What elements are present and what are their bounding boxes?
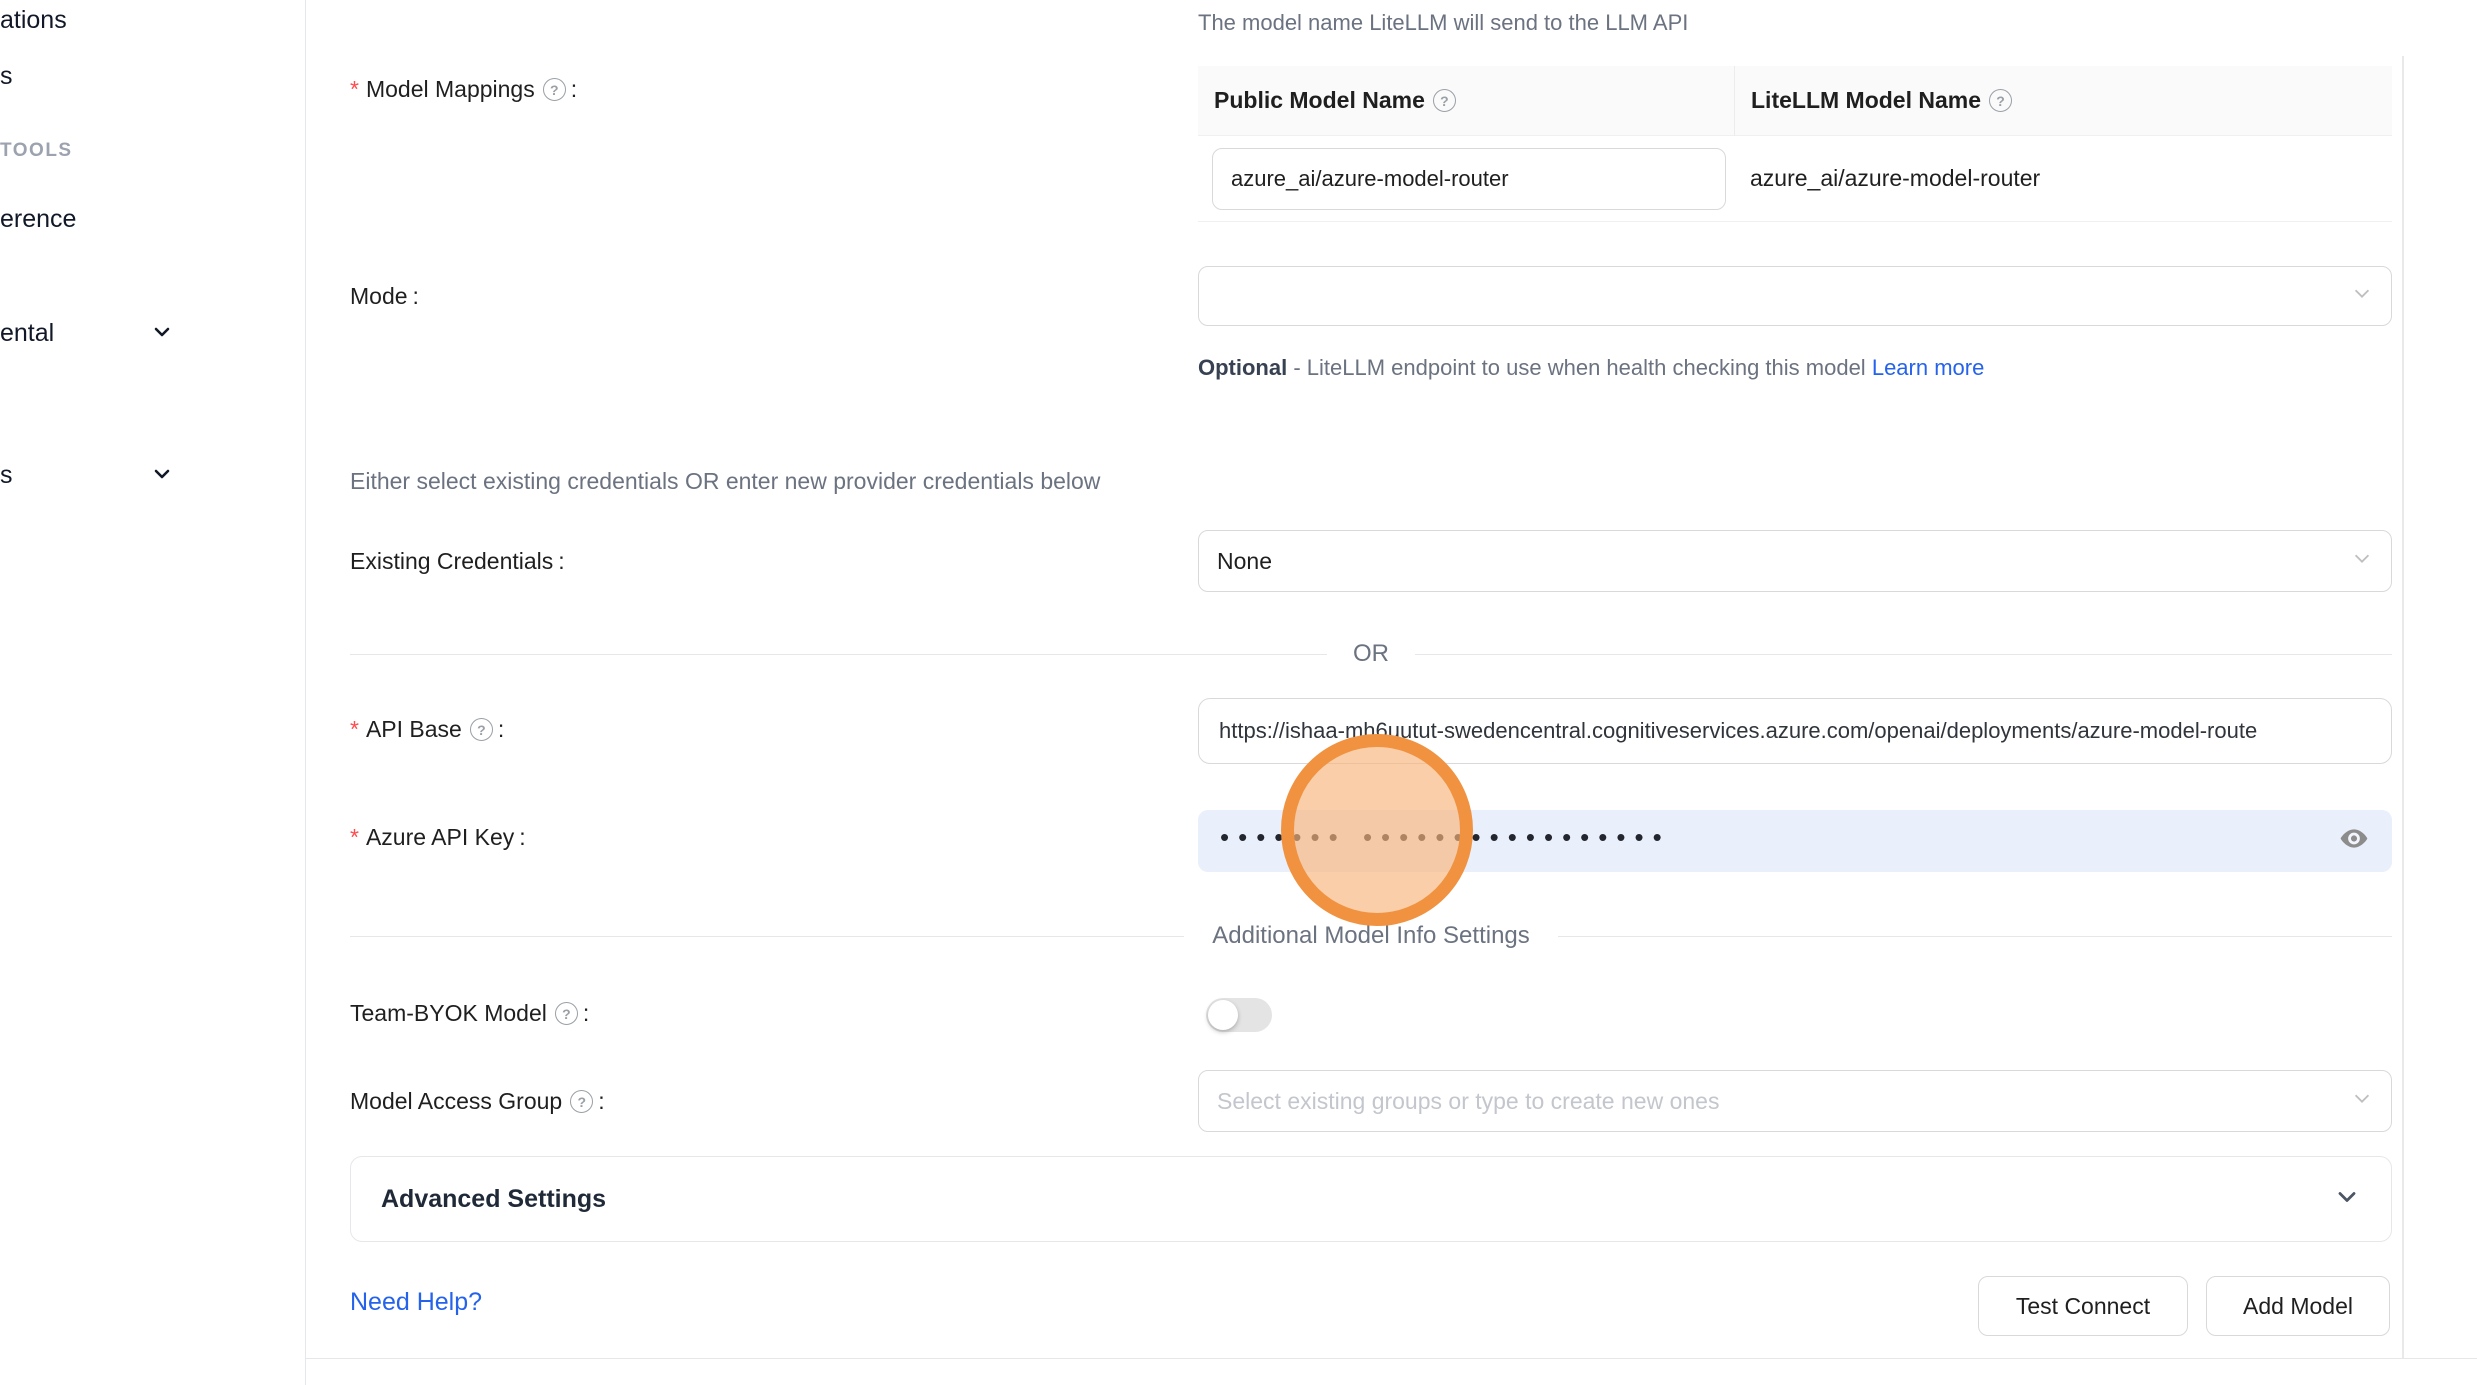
add-model-button[interactable]: Add Model bbox=[2206, 1276, 2390, 1336]
team-byok-toggle[interactable] bbox=[1206, 998, 1272, 1032]
card-bottom-border bbox=[306, 1358, 2477, 1359]
required-mark: * bbox=[350, 824, 359, 851]
help-icon[interactable]: ? bbox=[570, 1090, 593, 1113]
sidebar-item-models[interactable]: s bbox=[0, 62, 13, 91]
test-connect-button[interactable]: Test Connect bbox=[1978, 1276, 2188, 1336]
api-base-input[interactable] bbox=[1198, 698, 2392, 764]
help-icon[interactable]: ? bbox=[470, 718, 493, 741]
advanced-settings-panel[interactable]: Advanced Settings bbox=[350, 1156, 2392, 1242]
credentials-note: Either select existing credentials OR en… bbox=[350, 468, 1100, 495]
help-icon[interactable]: ? bbox=[1433, 89, 1456, 112]
or-divider: OR bbox=[350, 640, 2392, 668]
scrollbar-track[interactable] bbox=[2402, 56, 2404, 1358]
mode-label: Mode : bbox=[350, 283, 419, 310]
model-name-helper-text: The model name LiteLLM will send to the … bbox=[1198, 10, 1688, 36]
sidebar: ations s TOOLS erence ental s bbox=[0, 0, 306, 1385]
api-base-label: * API Base ? : bbox=[350, 716, 504, 743]
sidebar-item-experimental[interactable]: ental bbox=[0, 319, 54, 348]
chevron-down-icon bbox=[2351, 1087, 2373, 1115]
public-model-name-input[interactable] bbox=[1212, 148, 1726, 210]
azure-api-key-label: * Azure API Key : bbox=[350, 824, 526, 851]
model-access-group-select[interactable]: Select existing groups or type to create… bbox=[1198, 1070, 2392, 1132]
divider-line bbox=[350, 654, 1327, 655]
required-mark: * bbox=[350, 716, 359, 743]
mode-helper-text: Optional - LiteLLM endpoint to use when … bbox=[1198, 348, 2018, 388]
model-mappings-table-header: Public Model Name ? LiteLLM Model Name ? bbox=[1198, 66, 2392, 136]
sidebar-item-integrations[interactable]: ations bbox=[0, 6, 67, 35]
existing-credentials-value: None bbox=[1217, 548, 1272, 575]
toggle-knob bbox=[1208, 1000, 1238, 1030]
eye-icon[interactable] bbox=[2338, 823, 2370, 860]
model-mappings-table: Public Model Name ? LiteLLM Model Name ?… bbox=[1198, 66, 2392, 222]
add-model-page: ations s TOOLS erence ental s The model … bbox=[0, 0, 2477, 1385]
chevron-down-icon[interactable] bbox=[150, 320, 174, 344]
advanced-settings-label: Advanced Settings bbox=[381, 1185, 606, 1214]
chevron-down-icon bbox=[2333, 1183, 2361, 1216]
sidebar-item-settings[interactable]: s bbox=[0, 461, 13, 490]
chevron-down-icon bbox=[2351, 547, 2373, 575]
litellm-model-name-header: LiteLLM Model Name ? bbox=[1734, 66, 2392, 136]
chevron-down-icon bbox=[2351, 282, 2373, 310]
divider-line bbox=[1415, 654, 2392, 655]
azure-api-key-input[interactable]: ••••••• ••••••••••••••••• bbox=[1198, 810, 2392, 872]
sidebar-item-inference[interactable]: erence bbox=[0, 205, 76, 234]
masked-api-key-value: ••••••• ••••••••••••••••• bbox=[1220, 806, 1671, 868]
team-byok-label: Team-BYOK Model ? : bbox=[350, 1000, 589, 1027]
learn-more-link[interactable]: Learn more bbox=[1872, 355, 1985, 380]
divider-line bbox=[350, 936, 1184, 937]
additional-settings-divider: Additional Model Info Settings bbox=[350, 922, 2392, 950]
help-icon[interactable]: ? bbox=[543, 78, 566, 101]
public-model-name-header: Public Model Name ? bbox=[1198, 87, 1734, 114]
model-access-group-label: Model Access Group ? : bbox=[350, 1088, 605, 1115]
litellm-model-name-value: azure_ai/azure-model-router bbox=[1734, 165, 2392, 192]
help-icon[interactable]: ? bbox=[555, 1002, 578, 1025]
model-mappings-label: * Model Mappings ? : bbox=[350, 76, 577, 103]
required-mark: * bbox=[350, 76, 359, 103]
existing-credentials-label: Existing Credentials : bbox=[350, 548, 565, 575]
mode-select[interactable] bbox=[1198, 266, 2392, 326]
need-help-link[interactable]: Need Help? bbox=[350, 1288, 482, 1317]
divider-line bbox=[1558, 936, 2392, 937]
model-access-group-placeholder: Select existing groups or type to create… bbox=[1217, 1088, 1719, 1115]
model-mappings-table-row: azure_ai/azure-model-router bbox=[1198, 136, 2392, 222]
sidebar-section-tools: TOOLS bbox=[0, 140, 73, 162]
chevron-down-icon[interactable] bbox=[150, 462, 174, 486]
existing-credentials-select[interactable]: None bbox=[1198, 530, 2392, 592]
help-icon[interactable]: ? bbox=[1989, 89, 2012, 112]
